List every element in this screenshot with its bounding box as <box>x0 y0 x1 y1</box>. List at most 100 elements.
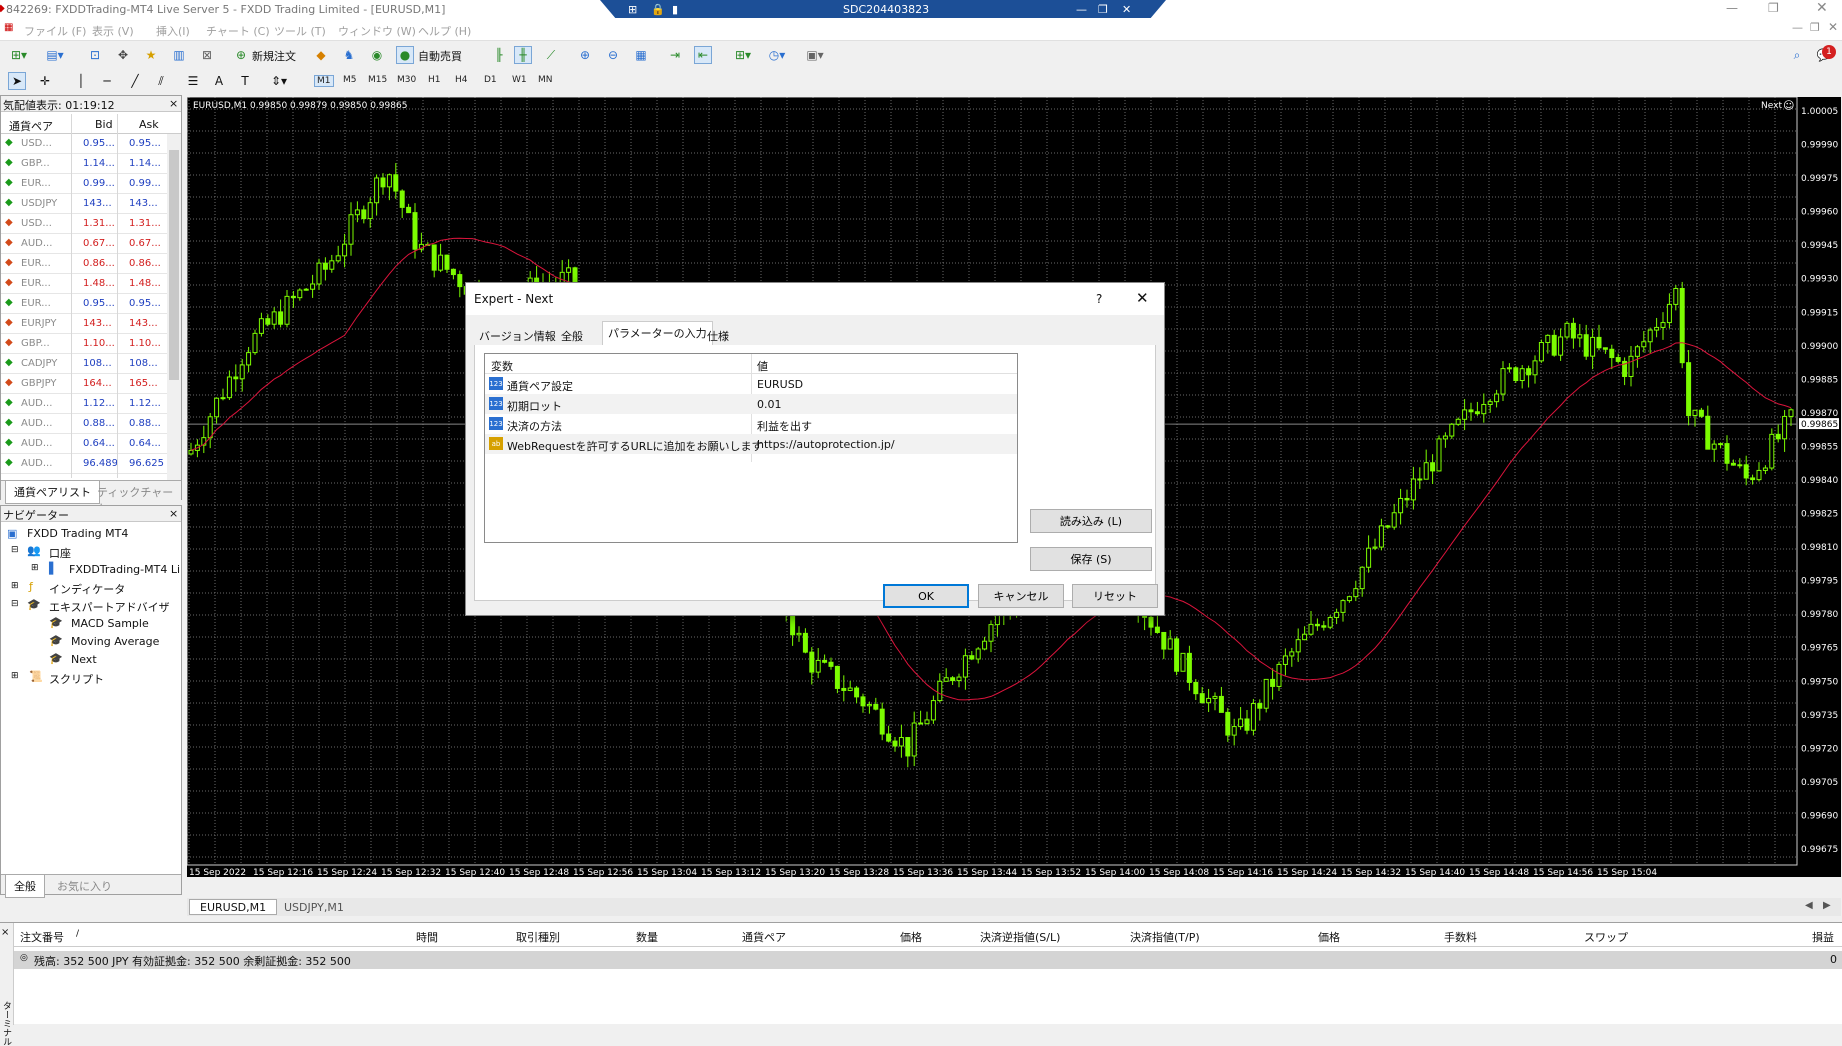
reset-button[interactable]: リセット <box>1072 584 1158 608</box>
line-chart-icon[interactable]: ⟋ <box>542 46 560 64</box>
timeframe-h1[interactable]: H1 <box>428 75 441 85</box>
nav-scripts[interactable]: スクリプト <box>49 671 104 687</box>
market-watch-row[interactable]: ◆ USDJPY 143... 143... <box>1 194 167 214</box>
nav-accounts[interactable]: 口座 <box>49 545 71 561</box>
terminal-close-icon[interactable]: × <box>1 927 9 938</box>
market-watch-row[interactable]: ◆ AUD... 0.88... 0.88... <box>1 414 167 434</box>
param-value[interactable]: 利益を出す <box>757 418 812 434</box>
mdi-minimize-icon[interactable]: — <box>1792 21 1803 34</box>
indicators-icon[interactable]: ⊞▾ <box>730 46 756 64</box>
metaeditor-icon[interactable]: ◆ <box>312 46 330 64</box>
trendline-icon[interactable]: ╱ <box>126 72 144 90</box>
col-variable[interactable]: 変数 <box>491 358 513 374</box>
header-bid[interactable]: Bid <box>95 118 113 131</box>
col-volume[interactable]: 数量 <box>636 929 658 945</box>
market-watch-row[interactable]: ◆ GBP... 1.10... 1.10... <box>1 334 167 354</box>
col-price[interactable]: 価格 <box>900 929 922 945</box>
param-value[interactable]: EURUSD <box>757 378 803 391</box>
timeframe-m1[interactable]: M1 <box>314 75 334 87</box>
market-watch-row[interactable]: ◆ EURJPY 143... 143... <box>1 314 167 334</box>
col-profit[interactable]: 損益 <box>1812 929 1834 945</box>
nav-root[interactable]: FXDD Trading MT4 <box>27 527 128 540</box>
param-value[interactable]: https://autoprotection.jp/ <box>757 438 895 451</box>
dialog-help-button[interactable]: ? <box>1096 292 1102 306</box>
text-label-icon[interactable]: T <box>236 72 254 90</box>
param-row[interactable]: 123 初期ロット 0.01 <box>485 394 1017 414</box>
cancel-button[interactable]: キャンセル <box>978 584 1064 608</box>
periods-icon[interactable]: ◷▾ <box>764 46 790 64</box>
market-watch-row[interactable]: ◆ EUR... 0.95... 0.95... <box>1 294 167 314</box>
autoscroll-icon[interactable]: ⇤ <box>694 46 712 64</box>
col-time[interactable]: 時間 <box>416 929 438 945</box>
param-row[interactable]: 123 決済の方法 利益を出す <box>485 414 1017 434</box>
nav-macd-sample[interactable]: MACD Sample <box>71 617 149 630</box>
expand-indicators-icon[interactable]: ⊞ <box>11 581 19 591</box>
param-row[interactable]: 123 通貨ペア設定 EURUSD <box>485 374 1017 394</box>
pin-icon[interactable]: ⊞ <box>628 3 637 16</box>
col-order[interactable]: 注文番号 <box>20 929 64 945</box>
nav-next[interactable]: Next <box>71 653 97 666</box>
rd-minimize-icon[interactable]: — <box>1076 3 1087 16</box>
col-swap[interactable]: スワップ <box>1584 929 1628 945</box>
nav-moving-average[interactable]: Moving Average <box>71 635 159 648</box>
market-watch-row[interactable]: ◆ EUR... 0.99... 0.99... <box>1 174 167 194</box>
text-icon[interactable]: A <box>210 72 228 90</box>
expand-experts-icon[interactable]: ⊟ <box>11 599 19 609</box>
arrows-icon[interactable]: ⇕▾ <box>266 72 292 90</box>
market-watch-icon[interactable]: ⊡ <box>86 46 104 64</box>
crosshair-icon[interactable]: ✛ <box>36 72 54 90</box>
timeframe-m5[interactable]: M5 <box>343 75 357 85</box>
horizontal-line-icon[interactable]: ─ <box>98 72 116 90</box>
auto-trade-button[interactable]: 自動売買 <box>418 48 462 64</box>
tile-windows-icon[interactable]: ▦ <box>632 46 650 64</box>
navigator-close-icon[interactable]: × <box>169 507 178 520</box>
col-type[interactable]: 取引種別 <box>516 929 560 945</box>
timeframe-d1[interactable]: D1 <box>484 75 497 85</box>
channel-icon[interactable]: ⫽ <box>152 72 170 90</box>
market-watch-row[interactable]: ◆ GBP... 1.14... 1.14... <box>1 154 167 174</box>
tester-icon[interactable]: ⊠ <box>198 46 216 64</box>
tab-specs[interactable]: 仕様 <box>702 325 734 345</box>
zoom-in-icon[interactable]: ⊕ <box>576 46 594 64</box>
navigator-icon[interactable]: ★ <box>142 46 160 64</box>
fibo-icon[interactable]: ☰ <box>184 72 202 90</box>
templates-icon[interactable]: ▣▾ <box>800 46 830 64</box>
tab-version[interactable]: バージョン情報 <box>474 325 561 345</box>
nav-account-item[interactable]: FXDDTrading-MT4 Li <box>69 563 180 576</box>
terminal-icon[interactable]: ▥ <box>170 46 188 64</box>
close-icon[interactable]: ✕ <box>1816 0 1828 16</box>
new-chart-icon[interactable]: ⊞▾ <box>8 46 30 64</box>
tab-common[interactable]: 全般 <box>5 875 45 898</box>
tabs-left-icon[interactable]: ◀ <box>1805 900 1813 911</box>
vertical-line-icon[interactable]: │ <box>72 72 90 90</box>
search-icon[interactable]: ⌕ <box>1788 46 1806 64</box>
load-button[interactable]: 読み込み (L) <box>1030 509 1152 533</box>
header-symbol[interactable]: 通貨ペア <box>9 118 53 134</box>
timeframe-h4[interactable]: H4 <box>455 75 468 85</box>
tab-favorites[interactable]: お気に入り <box>57 878 112 894</box>
menu-file[interactable]: ファイル (F) <box>24 23 86 39</box>
mdi-close-icon[interactable]: ✕ <box>1828 20 1838 34</box>
tab-usdjpy-m1[interactable]: USDJPY,M1 <box>273 899 355 915</box>
tabs-right-icon[interactable]: ▶ <box>1823 900 1831 911</box>
rd-close-icon[interactable]: ✕ <box>1122 3 1131 16</box>
menu-chart[interactable]: チャート (C) <box>206 23 270 39</box>
col-current-price[interactable]: 価格 <box>1318 929 1340 945</box>
chart-shift-icon[interactable]: ⇥ <box>666 46 684 64</box>
menu-view[interactable]: 表示 (V) <box>92 23 134 39</box>
market-watch-row[interactable]: ◆ CADJPY 108... 108... <box>1 354 167 374</box>
param-value[interactable]: 0.01 <box>757 398 782 411</box>
market-watch-row[interactable]: ◆ EUR... 1.48... 1.48... <box>1 274 167 294</box>
save-button[interactable]: 保存 (S) <box>1030 547 1152 571</box>
menu-window[interactable]: ウィンドウ (W) <box>338 23 416 39</box>
tab-common-settings[interactable]: 全般 <box>556 325 588 345</box>
market-watch-row[interactable]: ◆ USD... 0.95... 0.95... <box>1 134 167 154</box>
bar-chart-icon[interactable]: ╟ <box>490 46 508 64</box>
tab-inputs[interactable]: パラメーターの入力 <box>602 321 713 346</box>
nav-indicators[interactable]: インディケータ <box>49 581 125 597</box>
signals-icon[interactable]: ♞ <box>340 46 358 64</box>
market-watch-row[interactable]: ◆ AUD... 96.489 96.625 <box>1 454 167 474</box>
menu-help[interactable]: ヘルプ (H) <box>418 23 471 39</box>
candle-chart-icon[interactable]: ╫ <box>514 46 532 64</box>
expand-accounts-icon[interactable]: ⊟ <box>11 545 19 555</box>
